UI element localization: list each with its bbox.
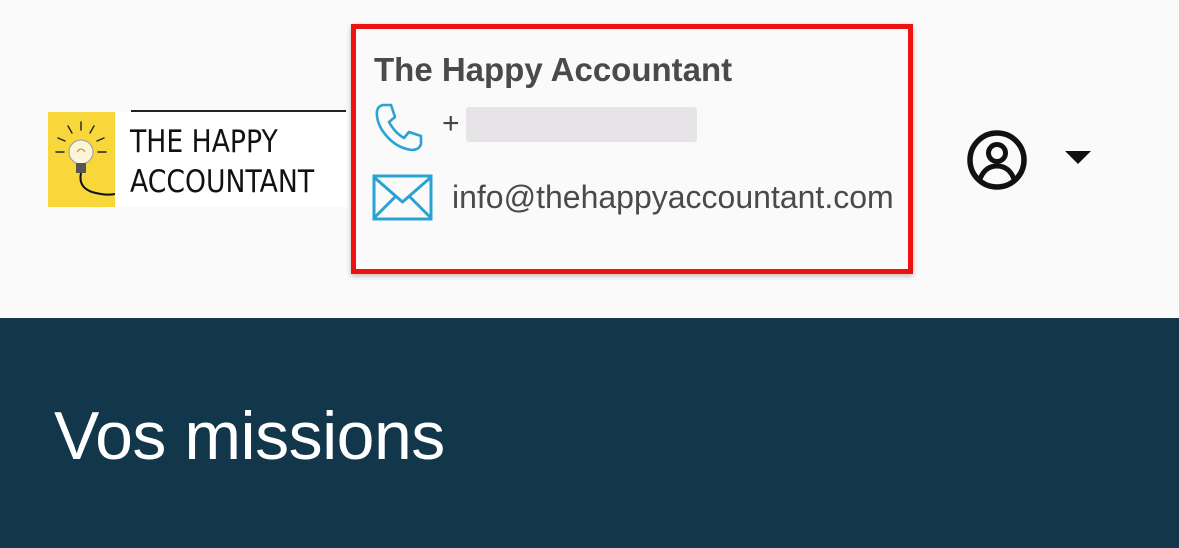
user-circle-icon[interactable] <box>965 128 1029 192</box>
logo-badge <box>48 112 115 207</box>
brand-logo[interactable]: THE HAPPY ACCOUNTANT <box>48 110 348 207</box>
lightbulb-icon <box>55 121 115 196</box>
phone-prefix: + <box>442 107 460 140</box>
email-link[interactable]: info@thehappyaccountant.com <box>374 171 899 223</box>
contact-info-box: The Happy Accountant + info@thehappyacco… <box>351 24 913 274</box>
company-name: The Happy Accountant <box>374 51 733 88</box>
page-title: Vos missions <box>54 398 445 474</box>
phone-icon <box>375 103 423 152</box>
page-banner: Vos missions <box>0 318 1179 548</box>
header: THE HAPPY ACCOUNTANT The Happy Accountan… <box>0 0 1179 318</box>
phone-number-redacted[interactable] <box>466 107 697 142</box>
caret-down-icon[interactable] <box>1063 149 1093 165</box>
logo-text-line2: ACCOUNTANT <box>130 164 315 200</box>
page: THE HAPPY ACCOUNTANT The Happy Accountan… <box>0 0 1179 548</box>
logo-divider <box>131 110 346 112</box>
logo-text-line1: THE HAPPY <box>130 124 278 160</box>
